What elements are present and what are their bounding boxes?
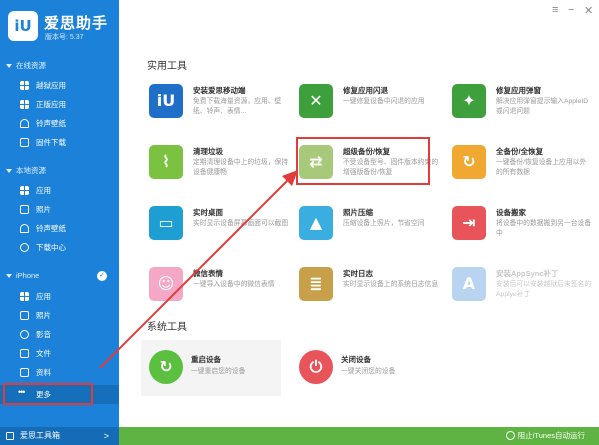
annotation-arrow xyxy=(99,170,298,369)
